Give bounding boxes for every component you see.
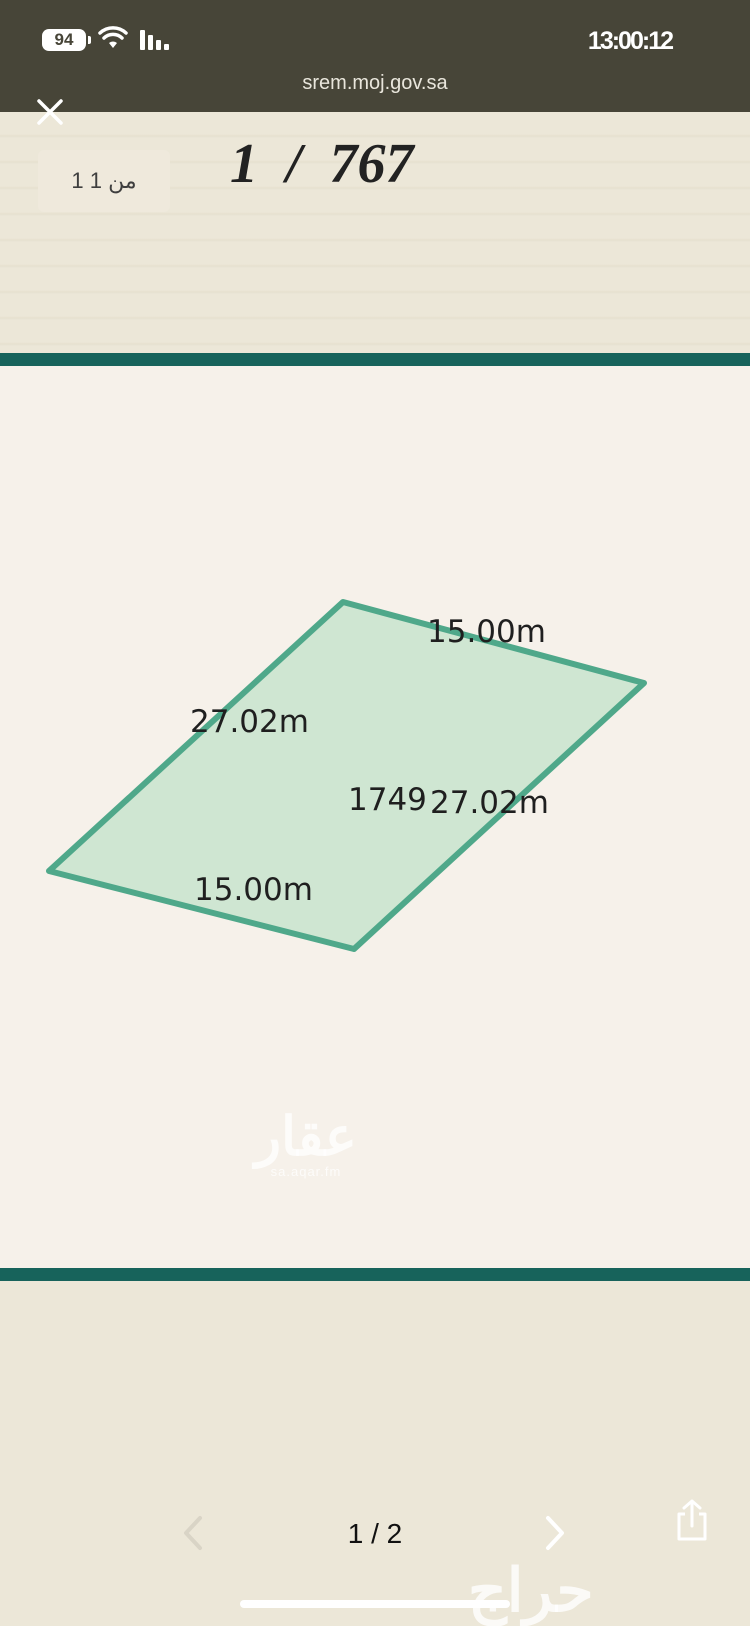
edge-label-top: 15.00m <box>427 614 546 650</box>
battery-level: 94 <box>54 30 74 49</box>
parcel-polygon <box>46 599 647 952</box>
haraj-watermark: حراج <box>468 1557 594 1624</box>
status-bar: 94 13:00:12 srem.moj.gov.sa <box>0 0 750 112</box>
parcel-plot-panel: 15.00m 27.02m 1749 27.02m 15.00m عقار sa… <box>0 366 750 1268</box>
parcel-id-label: 1749 <box>348 782 427 818</box>
aqar-watermark: عقار sa.aqar.fm <box>246 1110 366 1179</box>
clock: 13:00:12 <box>587 27 674 55</box>
parcel-plot: 15.00m 27.02m 1749 27.02m 15.00m <box>46 599 647 952</box>
top-divider-band <box>0 353 750 366</box>
cellular-signal-icon <box>140 30 169 50</box>
wifi-icon <box>98 26 128 48</box>
page-indicator: 1 / 2 <box>347 1518 403 1549</box>
aqar-watermark-text: عقار <box>254 1107 358 1167</box>
bottom-divider-band <box>0 1268 750 1281</box>
page-number: 1 / 767 <box>230 133 414 195</box>
lower-area <box>0 1281 750 1623</box>
home-indicator[interactable] <box>240 1600 510 1608</box>
chevron-right-icon[interactable] <box>544 1515 566 1551</box>
edge-label-right: 27.02m <box>430 785 549 821</box>
edge-label-bottom: 15.00m <box>194 872 313 908</box>
url-label[interactable]: srem.moj.gov.sa <box>0 72 750 95</box>
edge-label-left: 27.02m <box>190 704 309 740</box>
share-icon[interactable] <box>672 1498 712 1542</box>
close-icon[interactable] <box>36 98 64 126</box>
chevron-left-icon[interactable] <box>182 1515 204 1551</box>
battery-icon: 94 <box>42 29 91 51</box>
page-chip: 1 من 1 <box>38 150 170 212</box>
